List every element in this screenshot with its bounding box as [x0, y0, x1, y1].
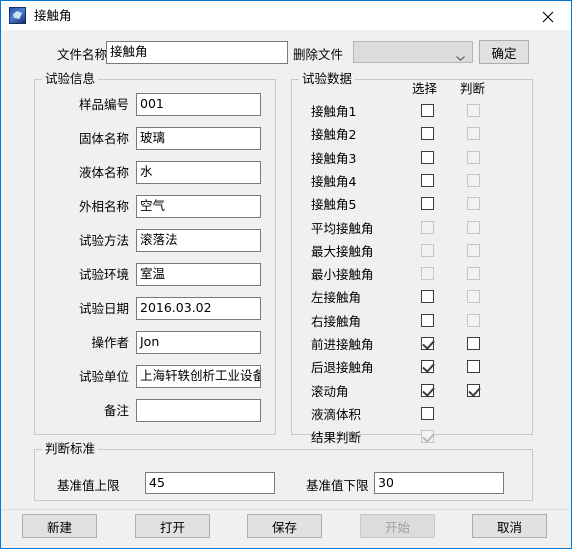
window-title: 接触角 — [34, 8, 72, 23]
file-name-input[interactable]: 接触角 — [106, 41, 288, 64]
info-input-7[interactable]: Jon — [136, 331, 261, 354]
data-row-label-8: 左接触角 — [311, 290, 362, 305]
checkbox-select-12[interactable] — [421, 384, 434, 397]
checkbox-select-14 — [421, 430, 434, 443]
checkbox-select-8[interactable] — [421, 290, 434, 303]
data-row-label-1: 接触角2 — [311, 127, 357, 142]
checkbox-select-2[interactable] — [421, 151, 434, 164]
upper-limit-input[interactable]: 45 — [145, 472, 275, 494]
info-input-4[interactable]: 滚落法 — [136, 229, 261, 252]
info-label-7: 操作者 — [91, 335, 129, 350]
checkbox-select-5 — [421, 221, 434, 234]
start-button[interactable]: 开始 — [360, 514, 435, 538]
data-row-label-4: 接触角5 — [311, 197, 357, 212]
checkbox-judge-11[interactable] — [467, 360, 480, 373]
upper-limit-label: 基准值上限 — [57, 478, 120, 493]
chevron-down-icon — [456, 50, 465, 61]
column-header-select: 选择 — [412, 81, 438, 96]
checkbox-judge-6 — [467, 244, 480, 257]
info-input-5[interactable]: 室温 — [136, 263, 261, 286]
info-input-8[interactable]: 上海轩轶创析工业设备 — [136, 365, 261, 388]
info-label-2: 液体名称 — [78, 165, 129, 180]
save-button[interactable]: 保存 — [247, 514, 322, 538]
data-row-label-9: 右接触角 — [311, 314, 362, 329]
app-icon — [9, 7, 26, 24]
info-input-3[interactable]: 空气 — [136, 195, 261, 218]
checkbox-select-1[interactable] — [421, 127, 434, 140]
criteria-title: 判断标准 — [42, 442, 99, 456]
data-row-label-2: 接触角3 — [311, 151, 357, 166]
info-label-8: 试验单位 — [78, 369, 129, 384]
data-row-label-13: 液滴体积 — [311, 407, 362, 422]
info-input-9[interactable] — [136, 399, 261, 422]
checkbox-judge-3 — [467, 174, 480, 187]
checkbox-judge-12[interactable] — [467, 384, 480, 397]
info-label-9: 备注 — [103, 403, 129, 418]
delete-file-dropdown[interactable] — [353, 41, 473, 63]
open-button[interactable]: 打开 — [135, 514, 210, 538]
data-row-label-5: 平均接触角 — [311, 221, 374, 236]
info-label-6: 试验日期 — [78, 301, 129, 316]
checkbox-select-7 — [421, 267, 434, 280]
checkbox-select-10[interactable] — [421, 337, 434, 350]
checkbox-judge-5 — [467, 221, 480, 234]
column-header-judge: 判断 — [460, 81, 486, 96]
file-name-label: 文件名称 — [57, 47, 108, 62]
info-label-4: 试验方法 — [78, 233, 129, 248]
checkbox-judge-4 — [467, 197, 480, 210]
lower-limit-label: 基准值下限 — [306, 478, 369, 493]
checkbox-judge-0 — [467, 104, 480, 117]
checkbox-judge-10[interactable] — [467, 337, 480, 350]
info-label-0: 样品编号 — [78, 97, 129, 112]
checkbox-select-9[interactable] — [421, 314, 434, 327]
checkbox-select-3[interactable] — [421, 174, 434, 187]
contact-angle-dialog: 接触角 文件名称 接触角 删除文件 确定 试验信息 样品编号 001 固体名称 玻璃液… — [0, 0, 572, 549]
data-row-label-7: 最小接触角 — [311, 267, 374, 282]
footer-divider — [2, 509, 570, 510]
data-row-label-12: 滚动角 — [311, 384, 349, 399]
test-info-title: 试验信息 — [42, 72, 99, 86]
checkbox-select-13[interactable] — [421, 407, 434, 420]
checkbox-select-0[interactable] — [421, 104, 434, 117]
checkbox-select-4[interactable] — [421, 197, 434, 210]
info-input-1[interactable]: 玻璃 — [136, 127, 261, 150]
info-label-5: 试验环境 — [78, 267, 129, 282]
data-row-label-3: 接触角4 — [311, 174, 357, 189]
title-bar: 接触角 — [1, 1, 571, 31]
checkbox-select-11[interactable] — [421, 360, 434, 373]
close-icon[interactable] — [526, 1, 571, 30]
checkbox-judge-8 — [467, 290, 480, 303]
test-data-title: 试验数据 — [299, 72, 356, 86]
info-input-6[interactable]: 2016.03.02 — [136, 297, 261, 320]
checkbox-judge-2 — [467, 151, 480, 164]
data-row-label-10: 前进接触角 — [311, 337, 374, 352]
info-input-0[interactable]: 001 — [136, 93, 261, 116]
info-input-2[interactable]: 水 — [136, 161, 261, 184]
checkbox-judge-1 — [467, 127, 480, 140]
close-glyph — [542, 11, 554, 23]
data-row-label-0: 接触角1 — [311, 104, 357, 119]
new-button[interactable]: 新建 — [22, 514, 97, 538]
checkbox-judge-7 — [467, 267, 480, 280]
info-label-3: 外相名称 — [78, 199, 129, 214]
lower-limit-input[interactable]: 30 — [374, 472, 504, 494]
data-row-label-14: 结果判断 — [311, 430, 362, 445]
info-label-1: 固体名称 — [78, 131, 129, 146]
data-row-label-11: 后退接触角 — [311, 360, 374, 375]
checkbox-judge-9 — [467, 314, 480, 327]
confirm-button[interactable]: 确定 — [479, 40, 529, 64]
cancel-button[interactable]: 取消 — [472, 514, 547, 538]
delete-file-label: 删除文件 — [293, 47, 344, 62]
data-row-label-6: 最大接触角 — [311, 244, 374, 259]
checkbox-select-6 — [421, 244, 434, 257]
